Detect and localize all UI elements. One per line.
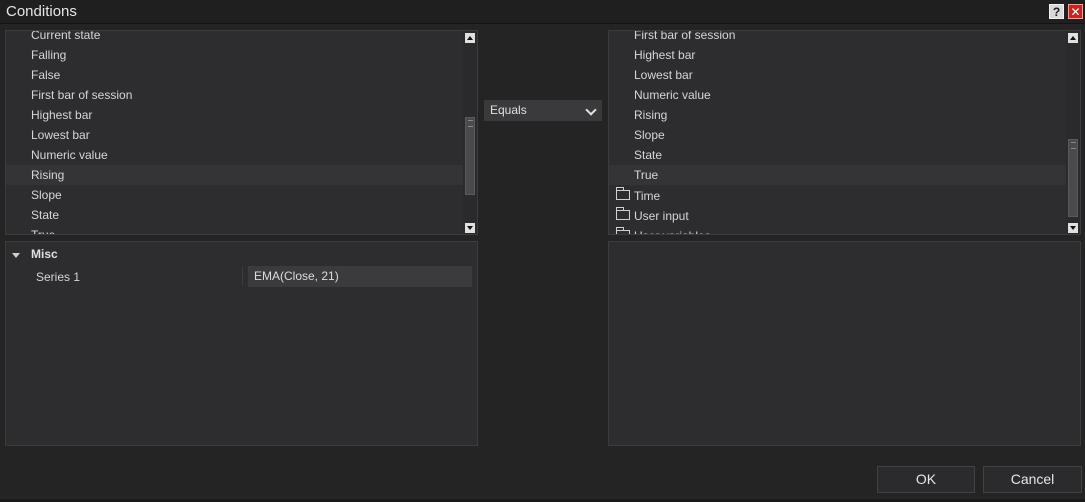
list-item[interactable]: Numeric value <box>634 85 711 105</box>
operator-selected: Equals <box>490 103 527 117</box>
scroll-down-arrow-icon[interactable] <box>1068 223 1078 233</box>
list-item[interactable]: State <box>634 145 662 165</box>
list-item[interactable]: First bar of session <box>31 85 132 105</box>
folder-item-user-input[interactable]: User input <box>634 206 689 226</box>
list-item-selected[interactable]: Rising <box>6 165 463 185</box>
chevron-down-icon <box>585 104 597 116</box>
close-button[interactable]: ✕ <box>1068 4 1083 19</box>
series-1-value-field[interactable]: EMA(Close, 21) <box>248 266 472 287</box>
list-item[interactable]: Highest bar <box>634 45 695 65</box>
list-item[interactable]: First bar of session <box>634 31 735 45</box>
list-item[interactable]: False <box>31 65 60 85</box>
operator-dropdown[interactable]: Equals <box>484 100 602 121</box>
folder-icon <box>616 227 630 234</box>
right-property-grid <box>608 241 1081 446</box>
scroll-down-arrow-icon[interactable] <box>465 223 475 233</box>
help-button[interactable]: ? <box>1049 4 1064 19</box>
folder-item-user-variables[interactable]: User variables <box>634 226 711 234</box>
list-item[interactable]: Falling <box>31 45 66 65</box>
scroll-up-arrow-icon[interactable] <box>1068 33 1078 43</box>
list-item[interactable]: Highest bar <box>31 105 92 125</box>
scroll-thumb[interactable] <box>1068 139 1078 217</box>
list-item-selected[interactable]: True <box>609 165 1066 185</box>
right-condition-list[interactable]: First bar of session Highest bar Lowest … <box>608 30 1081 235</box>
left-scrollbar[interactable] <box>463 31 477 234</box>
list-item[interactable]: Slope <box>634 125 665 145</box>
folder-item-time[interactable]: Time <box>634 186 660 206</box>
title-bar: Conditions ? ✕ <box>0 0 1085 24</box>
left-property-grid: Misc Series 1 EMA(Close, 21) <box>5 241 478 446</box>
list-item[interactable]: Rising <box>634 105 667 125</box>
folder-icon <box>616 207 630 220</box>
list-item[interactable]: State <box>31 205 59 225</box>
folder-icon <box>616 187 630 200</box>
property-label: Series 1 <box>36 270 81 284</box>
list-item[interactable]: Lowest bar <box>31 125 90 145</box>
property-category-header[interactable]: Misc <box>31 247 58 261</box>
collapse-triangle-icon[interactable] <box>12 253 20 258</box>
property-divider <box>242 266 243 286</box>
left-condition-list[interactable]: Current state Falling False First bar of… <box>5 30 478 235</box>
list-item[interactable]: Slope <box>31 185 62 205</box>
right-scrollbar[interactable] <box>1066 31 1080 234</box>
list-item[interactable]: Numeric value <box>31 145 108 165</box>
list-item[interactable]: Lowest bar <box>634 65 693 85</box>
scroll-up-arrow-icon[interactable] <box>465 33 475 43</box>
ok-button[interactable]: OK <box>877 466 975 493</box>
window-title: Conditions <box>6 3 77 20</box>
list-item[interactable]: Current state <box>31 31 100 45</box>
list-item[interactable]: True <box>31 225 55 234</box>
cancel-button[interactable]: Cancel <box>983 466 1082 493</box>
scroll-thumb[interactable] <box>465 117 475 195</box>
